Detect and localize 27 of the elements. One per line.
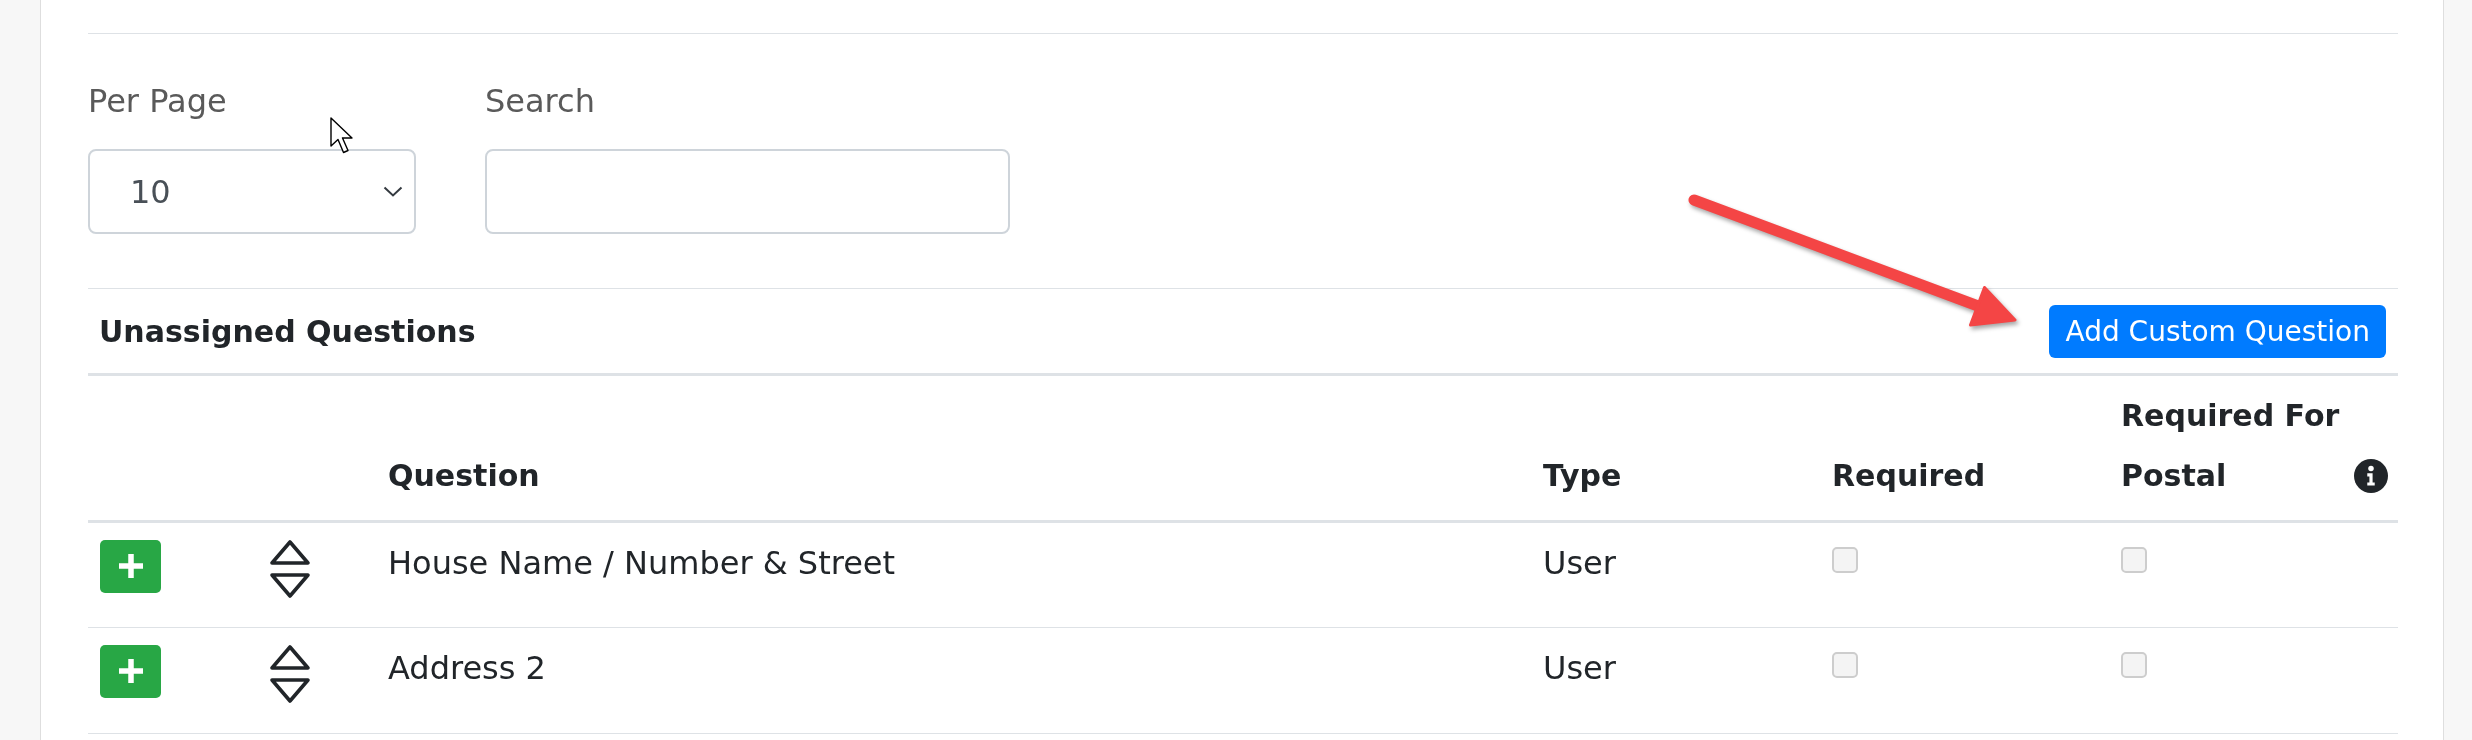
chevron-down-icon (383, 186, 403, 197)
column-heading: Required For Postal (2121, 396, 2341, 495)
required-checkbox[interactable] (1832, 546, 1858, 573)
section-title: Unassigned Questions (99, 313, 476, 349)
search-field[interactable] (485, 149, 1010, 234)
column-heading: Type (1543, 456, 1622, 495)
up-down-triangles-icon[interactable] (268, 642, 312, 705)
add-button[interactable] (100, 539, 161, 593)
info-icon[interactable] (2354, 458, 2388, 493)
up-down-triangles-icon[interactable] (268, 537, 312, 600)
postal-checkbox[interactable] (2121, 651, 2147, 678)
question-text: Address 2 (388, 648, 546, 687)
per-page-label: Per Page (88, 82, 228, 120)
plus-icon (117, 553, 144, 579)
postal-checkbox[interactable] (2121, 546, 2147, 573)
plus-icon (117, 658, 144, 684)
required-checkbox[interactable] (1832, 651, 1858, 678)
type-text: User (1543, 543, 1616, 582)
add-custom-question-button[interactable]: Add Custom Question (2049, 304, 2386, 358)
type-text: User (1543, 648, 1616, 687)
search-label: Search (485, 82, 596, 120)
question-text: House Name / Number & Street (388, 543, 896, 582)
column-heading: Question (388, 456, 540, 495)
add-button[interactable] (100, 644, 161, 698)
column-heading: Required (1832, 456, 1986, 495)
per-page-select[interactable]: 10 (88, 149, 416, 234)
mouse-pointer-icon (330, 117, 354, 155)
